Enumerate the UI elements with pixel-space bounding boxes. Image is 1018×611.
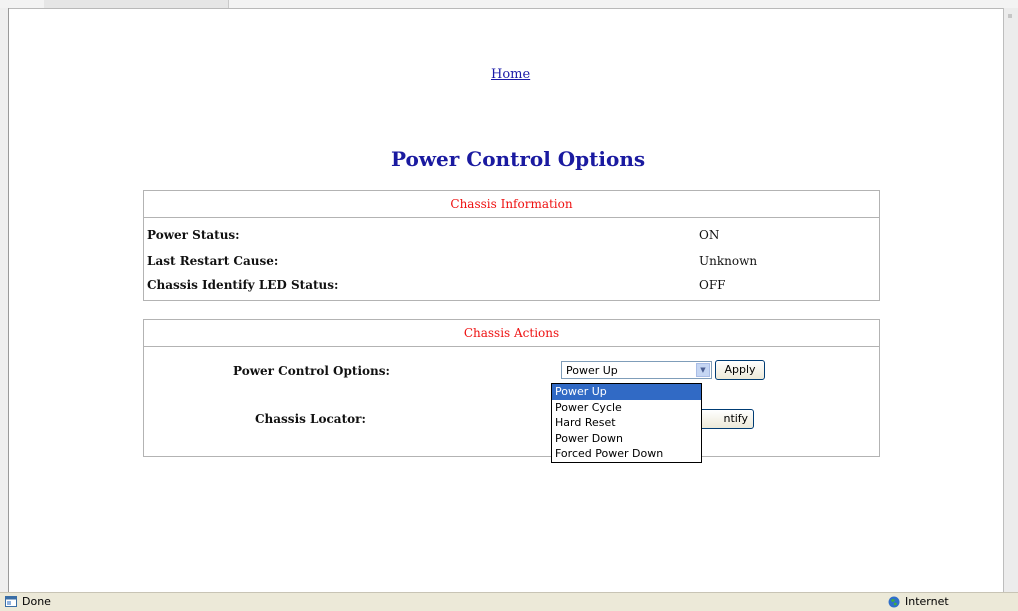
dropdown-option-forced-power-down[interactable]: Forced Power Down: [552, 446, 701, 462]
page-done-icon: [5, 596, 17, 607]
page-title: Power Control Options: [391, 147, 646, 171]
chassis-actions-panel: Chassis Actions Power Control Options: P…: [143, 319, 880, 457]
chassis-locator-label: Chassis Locator:: [255, 412, 366, 426]
scrollbar-grip[interactable]: [1008, 14, 1012, 18]
status-bar: Done Internet: [0, 592, 1018, 611]
chassis-information-header: Chassis Information: [144, 191, 879, 218]
identify-led-status-label: Chassis Identify LED Status:: [147, 278, 339, 292]
power-control-options-label: Power Control Options:: [233, 364, 390, 378]
power-status-value: ON: [699, 228, 720, 242]
page-content: Home Power Control Options Chassis Infor…: [9, 9, 1004, 592]
last-restart-cause-label: Last Restart Cause:: [147, 254, 279, 268]
window-tab: [44, 0, 229, 8]
identify-led-status-value: OFF: [699, 278, 726, 292]
vertical-scrollbar[interactable]: [1003, 8, 1018, 592]
chassis-information-panel: Chassis Information Power Status: ON Las…: [143, 190, 880, 301]
apply-button[interactable]: Apply: [715, 360, 765, 380]
last-restart-cause-value: Unknown: [699, 254, 758, 268]
status-text: Done: [22, 595, 51, 608]
power-control-select-value: Power Up: [566, 364, 618, 377]
chassis-actions-header: Chassis Actions: [144, 320, 879, 347]
dropdown-option-power-down[interactable]: Power Down: [552, 431, 701, 447]
power-status-label: Power Status:: [147, 228, 240, 242]
internet-globe-icon: [888, 596, 900, 608]
power-control-select[interactable]: Power Up ▼: [561, 361, 712, 379]
security-zone-text: Internet: [905, 595, 949, 608]
chevron-down-icon[interactable]: ▼: [696, 363, 710, 377]
dropdown-option-hard-reset[interactable]: Hard Reset: [552, 415, 701, 431]
dropdown-option-power-up[interactable]: Power Up: [552, 384, 701, 400]
window-left-edge: [0, 8, 9, 592]
dropdown-option-power-cycle[interactable]: Power Cycle: [552, 400, 701, 416]
home-link[interactable]: Home: [491, 67, 530, 82]
power-control-dropdown-list[interactable]: Power Up Power Cycle Hard Reset Power Do…: [551, 383, 702, 463]
